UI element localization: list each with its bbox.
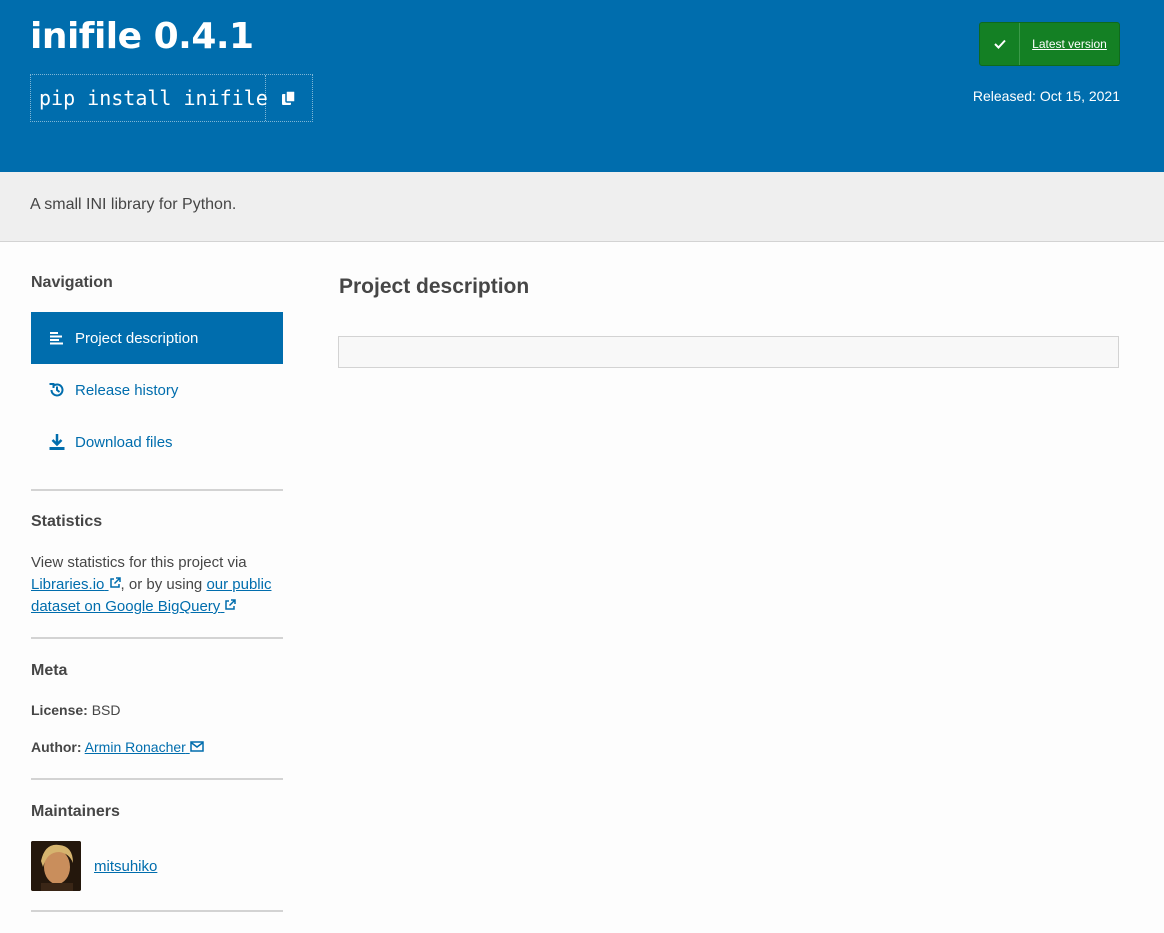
author-link[interactable]: Armin Ronacher xyxy=(85,739,204,755)
project-description-body xyxy=(338,336,1119,368)
sidebar-divider xyxy=(31,778,283,780)
libraries-io-link[interactable]: Libraries.io xyxy=(31,576,121,593)
maintainer-link[interactable]: mitsuhiko xyxy=(94,858,157,875)
statistics-prefix: View statistics for this project via xyxy=(31,554,247,571)
meta-license: License: BSD xyxy=(31,702,121,718)
history-icon xyxy=(47,380,67,400)
download-icon xyxy=(47,432,67,452)
sidebar-divider xyxy=(31,910,283,912)
license-label: License: xyxy=(31,702,88,718)
pip-command-box: pip install inifile xyxy=(30,74,313,122)
copy-button[interactable] xyxy=(266,75,312,121)
sidebar-item-download-files[interactable]: Download files xyxy=(31,416,283,468)
maintainer-item: mitsuhiko xyxy=(31,841,157,891)
package-title: inifile 0.4.1 xyxy=(30,16,254,57)
check-icon xyxy=(980,23,1020,65)
sidebar-item-release-history[interactable]: Release history xyxy=(31,364,283,416)
statistics-middle: , or by using xyxy=(120,576,203,593)
latest-version-button[interactable]: Latest version xyxy=(979,22,1120,66)
meta-author: Author: Armin Ronacher xyxy=(31,739,204,755)
pip-command[interactable]: pip install inifile xyxy=(31,75,268,121)
external-link-icon xyxy=(109,577,121,588)
copy-icon xyxy=(282,90,296,105)
latest-version-link[interactable]: Latest version xyxy=(1020,23,1119,65)
project-description-heading: Project description xyxy=(339,275,530,298)
package-summary: A small INI library for Python. xyxy=(30,196,237,213)
statistics-text: View statistics for this project via Lib… xyxy=(31,552,283,618)
mail-icon xyxy=(189,741,204,752)
align-left-icon xyxy=(47,328,67,348)
release-date: Released: Oct 15, 2021 xyxy=(972,88,1120,104)
sidebar-item-project-description[interactable]: Project description xyxy=(31,312,283,364)
license-value: BSD xyxy=(91,702,121,718)
sidebar-divider xyxy=(31,637,283,639)
sidebar-item-label: Download files xyxy=(75,433,173,451)
sidebar-item-label: Release history xyxy=(75,381,179,399)
meta-heading: Meta xyxy=(31,662,68,679)
statistics-heading: Statistics xyxy=(31,513,103,530)
sidebar-item-label: Project description xyxy=(75,329,199,347)
package-summary-bar: A small INI library for Python. xyxy=(0,172,1164,242)
sidebar-divider xyxy=(31,489,283,491)
navigation-heading: Navigation xyxy=(31,274,113,291)
author-label: Author: xyxy=(31,739,82,755)
external-link-icon xyxy=(225,599,237,610)
package-header: inifile 0.4.1 pip install inifile Latest… xyxy=(0,0,1164,172)
avatar[interactable] xyxy=(31,841,81,891)
maintainers-heading: Maintainers xyxy=(31,803,120,820)
